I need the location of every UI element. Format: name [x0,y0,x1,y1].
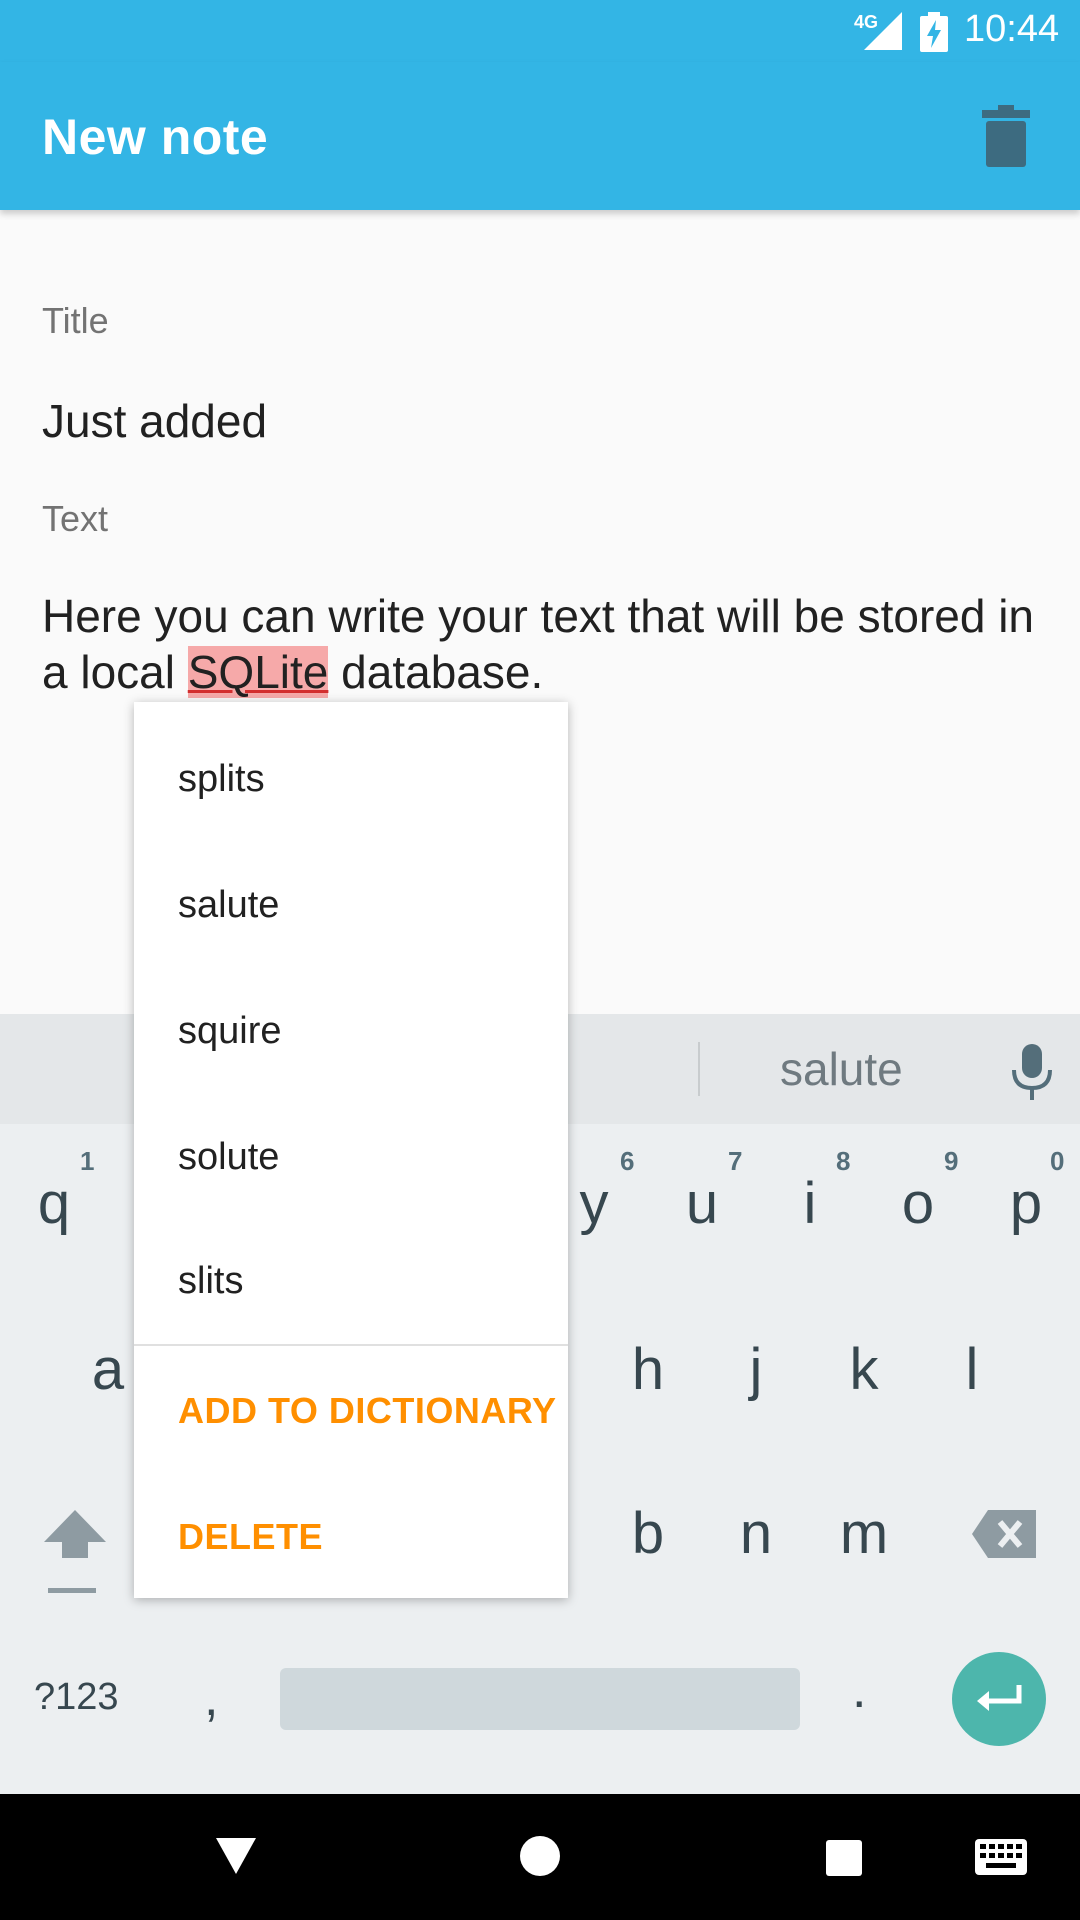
spellcheck-popup: splits salute squire solute slits ADD TO… [134,702,568,1598]
comma-key[interactable]: , [204,1668,218,1728]
key-q[interactable]: q [14,1170,94,1237]
battery-charging-icon [920,12,948,52]
spell-suggestion[interactable]: solute [178,1136,279,1179]
title-label: Title [42,300,109,341]
key-p[interactable]: p [986,1170,1066,1237]
key-l[interactable]: l [932,1336,1012,1403]
key-u[interactable]: u [662,1170,742,1237]
backspace-icon[interactable] [972,1510,1036,1558]
clock: 10:44 [964,8,1060,50]
key-j[interactable]: j [716,1336,796,1403]
enter-icon [977,1685,1022,1711]
spacebar[interactable] [280,1668,800,1730]
period-key[interactable]: . [852,1660,866,1720]
note-text-after: database. [328,646,544,698]
text-label: Text [42,498,109,539]
home-icon[interactable] [518,1834,562,1878]
key-b[interactable]: b [608,1500,688,1567]
note-text-input[interactable]: Here you can write your text that will b… [42,588,1038,700]
page-title: New note [42,109,269,165]
keyboard-icon[interactable] [974,1838,1028,1876]
delete-note-button[interactable] [968,98,1044,174]
key-n[interactable]: n [716,1500,796,1567]
recents-icon[interactable] [824,1838,864,1878]
misspelled-word[interactable]: SQLite [187,646,329,698]
key-i[interactable]: i [770,1170,850,1237]
key-o[interactable]: o [878,1170,958,1237]
spell-suggestion[interactable]: squire [178,1010,282,1053]
microphone-icon[interactable] [1010,1044,1054,1100]
shift-icon[interactable] [42,1508,108,1596]
trash-icon [982,105,1030,167]
popup-divider [134,1344,568,1346]
navigation-bar [0,1794,1080,1920]
symbols-key[interactable]: ?123 [34,1676,119,1719]
app-bar: New note [0,62,1080,210]
delete-word-button[interactable]: DELETE [178,1516,323,1558]
status-bar: 4G 10:44 [0,0,1080,62]
enter-key[interactable] [952,1652,1046,1746]
title-input[interactable]: Just added [42,394,1038,448]
suggestion-divider [698,1042,700,1096]
signal-icon [864,12,902,50]
spell-suggestion[interactable]: slits [178,1260,243,1303]
key-h[interactable]: h [608,1336,688,1403]
key-m[interactable]: m [824,1500,904,1567]
back-icon[interactable] [214,1834,258,1878]
add-to-dictionary-button[interactable]: ADD TO DICTIONARY [178,1390,557,1432]
keyboard-suggestion[interactable]: salute [780,1042,903,1096]
spell-suggestion[interactable]: splits [178,758,265,801]
spell-suggestion[interactable]: salute [178,884,279,927]
key-k[interactable]: k [824,1336,904,1403]
